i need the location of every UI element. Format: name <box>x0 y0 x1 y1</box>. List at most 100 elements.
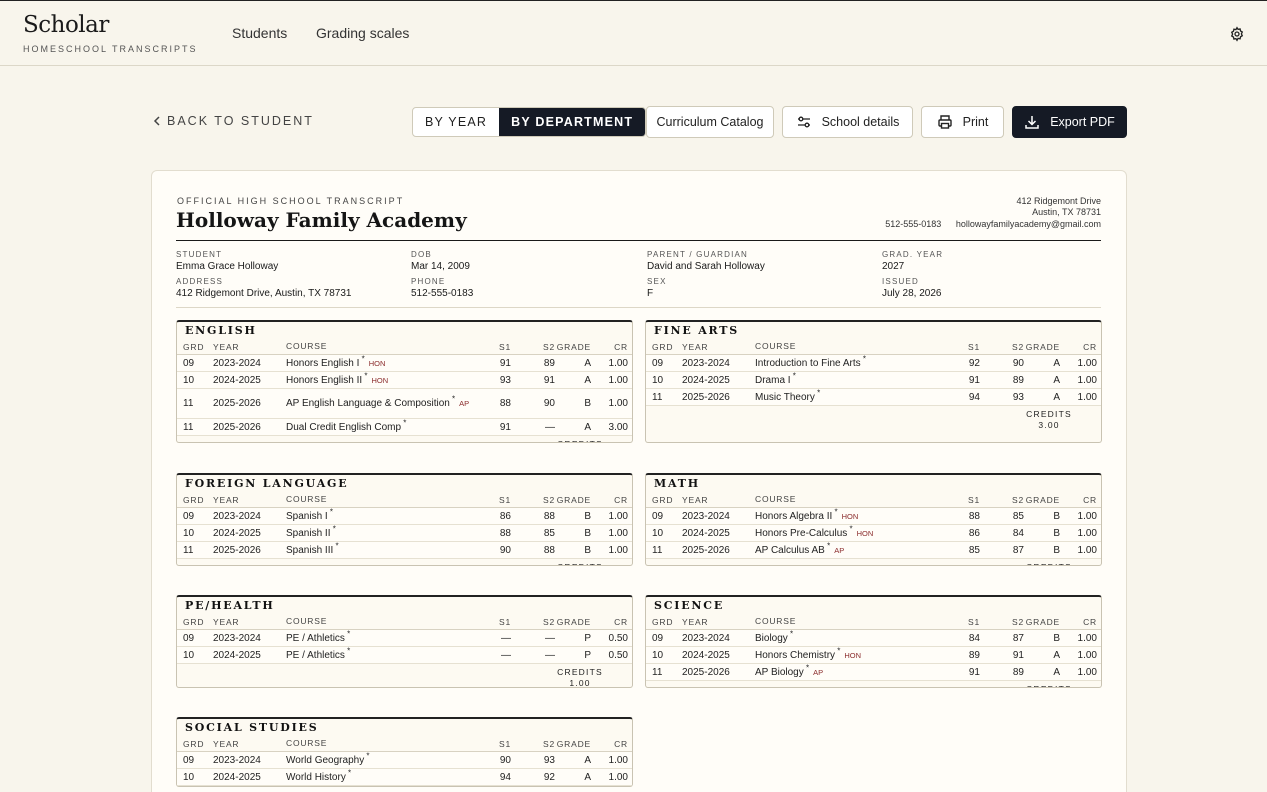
phone-value: 512-555-0183 <box>411 288 474 299</box>
column-header-cr: CR <box>1083 616 1097 627</box>
toolbar: BACK TO STUDENT BY YEAR BY DEPARTMENT Cu… <box>0 106 1267 138</box>
course-name: Spanish I <box>286 510 328 522</box>
cell-grade-level: 11 <box>652 666 663 678</box>
course-tag: HON <box>371 375 389 385</box>
curriculum-catalog-button[interactable]: Curriculum Catalog <box>646 106 774 138</box>
column-header-grd: GRD <box>652 494 674 505</box>
cell-course: Honors Pre-Calculus * HON <box>755 525 945 539</box>
table-row: 09 2023-2024 Biology * 84 87 B 1.00 <box>646 630 1101 647</box>
by-year-toggle[interactable]: BY YEAR <box>413 108 499 136</box>
cell-grade-level: 11 <box>652 544 663 556</box>
credits-label: CREDITS <box>1026 409 1072 419</box>
course-tag: HON <box>856 528 874 538</box>
course-tag: AP <box>813 667 824 677</box>
cell-s1: 90 <box>499 544 511 556</box>
column-header-grade: GRADE <box>556 341 591 352</box>
course-name: World History <box>286 771 346 783</box>
cell-s2: 90 <box>1012 357 1024 369</box>
course-name: AP Biology <box>755 666 804 678</box>
table-row: 09 2023-2024 PE / Athletics * — — P 0.50 <box>177 630 632 647</box>
department-section: FINE ARTS GRD YEAR COURSE S1 S2 GRADE CR 09 2023-… <box>645 320 1102 443</box>
cell-credit: 1.00 <box>608 398 628 409</box>
cell-grade-level: 10 <box>183 374 195 386</box>
cell-s1: 94 <box>499 771 511 783</box>
export-pdf-button[interactable]: Export PDF <box>1012 106 1127 138</box>
cell-year: 2024-2025 <box>213 771 261 783</box>
brand-name: Scholar <box>23 12 109 38</box>
issued-value: July 28, 2026 <box>882 288 942 299</box>
table-header: GRD YEAR COURSE S1 S2 GRADE CR <box>177 736 632 752</box>
column-header-grade: GRADE <box>1025 616 1060 627</box>
cell-year: 2025-2026 <box>213 398 261 409</box>
download-icon <box>1025 116 1039 129</box>
table-row: 10 2024-2025 Honors Chemistry * HON 89 91 A 1.0… <box>646 647 1101 664</box>
column-header-cr: CR <box>614 341 628 352</box>
asterisk-icon: * <box>344 646 351 656</box>
cell-s2: 89 <box>1012 374 1024 386</box>
cell-s2: — <box>545 632 555 644</box>
table-row: 09 2023-2024 Spanish I * 86 88 B 1.00 <box>177 508 632 525</box>
column-header-grd: GRD <box>652 616 674 627</box>
printer-icon <box>937 115 952 129</box>
cell-course: World Geography * <box>286 752 476 766</box>
cell-s2: 85 <box>1012 510 1024 522</box>
course-name: Honors English II <box>286 374 363 386</box>
department-section: PE/HEALTH GRD YEAR COURSE S1 S2 GRADE CR 09 2023-… <box>176 595 633 688</box>
column-header-s2: S2 <box>1012 341 1024 352</box>
course-tag: HON <box>841 511 859 521</box>
cell-credit: 1.00 <box>608 357 628 369</box>
top-bar: Scholar HOMESCHOOL TRANSCRIPTS Students … <box>0 0 1267 66</box>
cell-s1: 88 <box>968 510 980 522</box>
column-header-year: YEAR <box>213 616 240 627</box>
cell-s1: 94 <box>968 391 980 403</box>
cell-grade-level: 10 <box>652 649 664 661</box>
cell-credit: 1.00 <box>1077 666 1097 678</box>
credits-total: CREDITS 1.00 <box>530 664 630 687</box>
cell-s2: 90 <box>543 398 555 409</box>
cell-year: 2025-2026 <box>682 666 730 678</box>
cell-grade-level: 09 <box>183 357 195 369</box>
gear-icon[interactable] <box>1229 26 1245 42</box>
credits-total: CREDITS6.00 <box>530 436 630 442</box>
cell-s2: 93 <box>1012 391 1024 403</box>
cell-course: Spanish III * <box>286 542 476 556</box>
column-header-s1: S1 <box>968 616 980 627</box>
asterisk-icon: * <box>359 354 365 364</box>
back-to-student-link[interactable]: BACK TO STUDENT <box>153 114 314 128</box>
course-name: AP Calculus AB <box>755 544 825 556</box>
dob-label: DOB <box>411 250 432 259</box>
cell-year: 2024-2025 <box>213 649 261 661</box>
table-header: GRD YEAR COURSE S1 S2 GRADE CR <box>177 614 632 630</box>
column-header-cr: CR <box>1083 494 1097 505</box>
column-header-course: COURSE <box>286 341 328 351</box>
cell-grade-level: 11 <box>183 421 194 433</box>
column-header-grade: GRADE <box>1025 341 1060 352</box>
cell-credit: 1.00 <box>1077 544 1097 556</box>
cell-credit: 1.00 <box>1077 357 1097 369</box>
credits-total: CREDITS3.00 <box>999 406 1099 431</box>
sex-label: SEX <box>647 277 667 286</box>
column-header-course: COURSE <box>286 738 328 748</box>
cell-course: Introduction to Fine Arts * <box>755 355 945 369</box>
asterisk-icon: * <box>832 507 838 517</box>
table-header: GRD YEAR COURSE S1 S2 GRADE CR <box>646 339 1101 355</box>
nav-students[interactable]: Students <box>232 25 287 41</box>
school-contact: 512-555-0183 hollowayfamilyacademy@gmail… <box>873 219 1101 229</box>
nav-grading-scales[interactable]: Grading scales <box>316 25 409 41</box>
brand[interactable]: Scholar HOMESCHOOL TRANSCRIPTS <box>23 12 198 54</box>
parent-field: PARENT / GUARDIAN David and Sarah Hollow… <box>647 250 765 272</box>
column-header-cr: CR <box>1083 341 1097 352</box>
print-button[interactable]: Print <box>921 106 1004 138</box>
cell-grade: P <box>584 649 591 661</box>
asterisk-icon: * <box>814 388 821 398</box>
cell-s1: 91 <box>968 666 980 678</box>
cell-course: Biology * <box>755 630 945 644</box>
by-department-toggle[interactable]: BY DEPARTMENT <box>499 108 646 136</box>
cell-grade-level: 10 <box>183 649 195 661</box>
issued-label: ISSUED <box>882 277 919 286</box>
school-details-button[interactable]: School details <box>782 106 913 138</box>
table-row: 10 2024-2025 World History * 94 92 A 1.00 <box>177 769 632 786</box>
column-header-course: COURSE <box>755 494 797 504</box>
chevron-left-icon <box>153 116 160 126</box>
cell-year: 2023-2024 <box>213 357 261 369</box>
